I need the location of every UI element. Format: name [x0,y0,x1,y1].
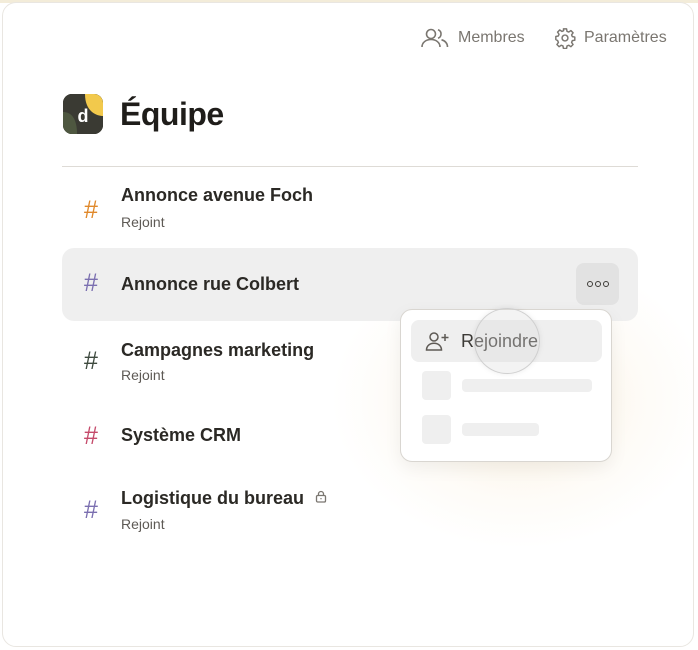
hash-icon: # [84,422,98,450]
channel-context-menu: Rejoindre [400,309,612,462]
settings-button[interactable]: Paramètres [554,26,667,50]
hash-icon: # [84,269,98,297]
join-label: Rejoindre [461,331,539,351]
hash-icon: # [84,496,98,524]
channel-name: Système CRM [121,425,242,445]
skeleton-text-placeholder [462,423,539,436]
channel-status: Rejoint [121,367,165,383]
members-icon [420,27,450,49]
more-options-button[interactable] [576,263,619,305]
page-title: Équipe [120,96,224,132]
channel-name: Campagnes marketing [121,340,315,360]
dot-icon [586,281,593,287]
header-divider [62,166,638,167]
gear-icon [554,27,576,49]
channel-annonce-avenue-foch[interactable]: # Annonce avenue Foch Rejoint [62,178,638,242]
channel-name: Annonce avenue Foch [121,185,314,205]
members-button[interactable]: Membres [420,26,525,50]
channel-name: Logistique du bureau [121,488,304,508]
channel-name: Annonce rue Colbert [121,274,300,294]
hash-icon: # [84,347,98,375]
channel-name-wrapper: Logistique du bureau [121,486,327,509]
skeleton-icon-placeholder [422,415,451,444]
skeleton-icon-placeholder [422,371,451,400]
hash-icon: # [84,196,98,224]
team-logo: d [63,94,103,134]
join-menu-item[interactable]: Rejoindre [411,320,602,362]
dot-icon [602,281,609,287]
settings-label: Paramètres [584,29,667,46]
channel-status: Rejoint [121,214,165,230]
channel-status: Rejoint [121,516,165,532]
members-label: Membres [458,29,525,46]
lock-icon [315,486,327,508]
svg-text:d: d [78,106,89,126]
add-user-icon [425,331,451,356]
channel-logistique-du-bureau[interactable]: # Logistique du bureau Rejoint [62,480,638,544]
skeleton-text-placeholder [462,379,592,392]
dot-icon [594,281,601,287]
